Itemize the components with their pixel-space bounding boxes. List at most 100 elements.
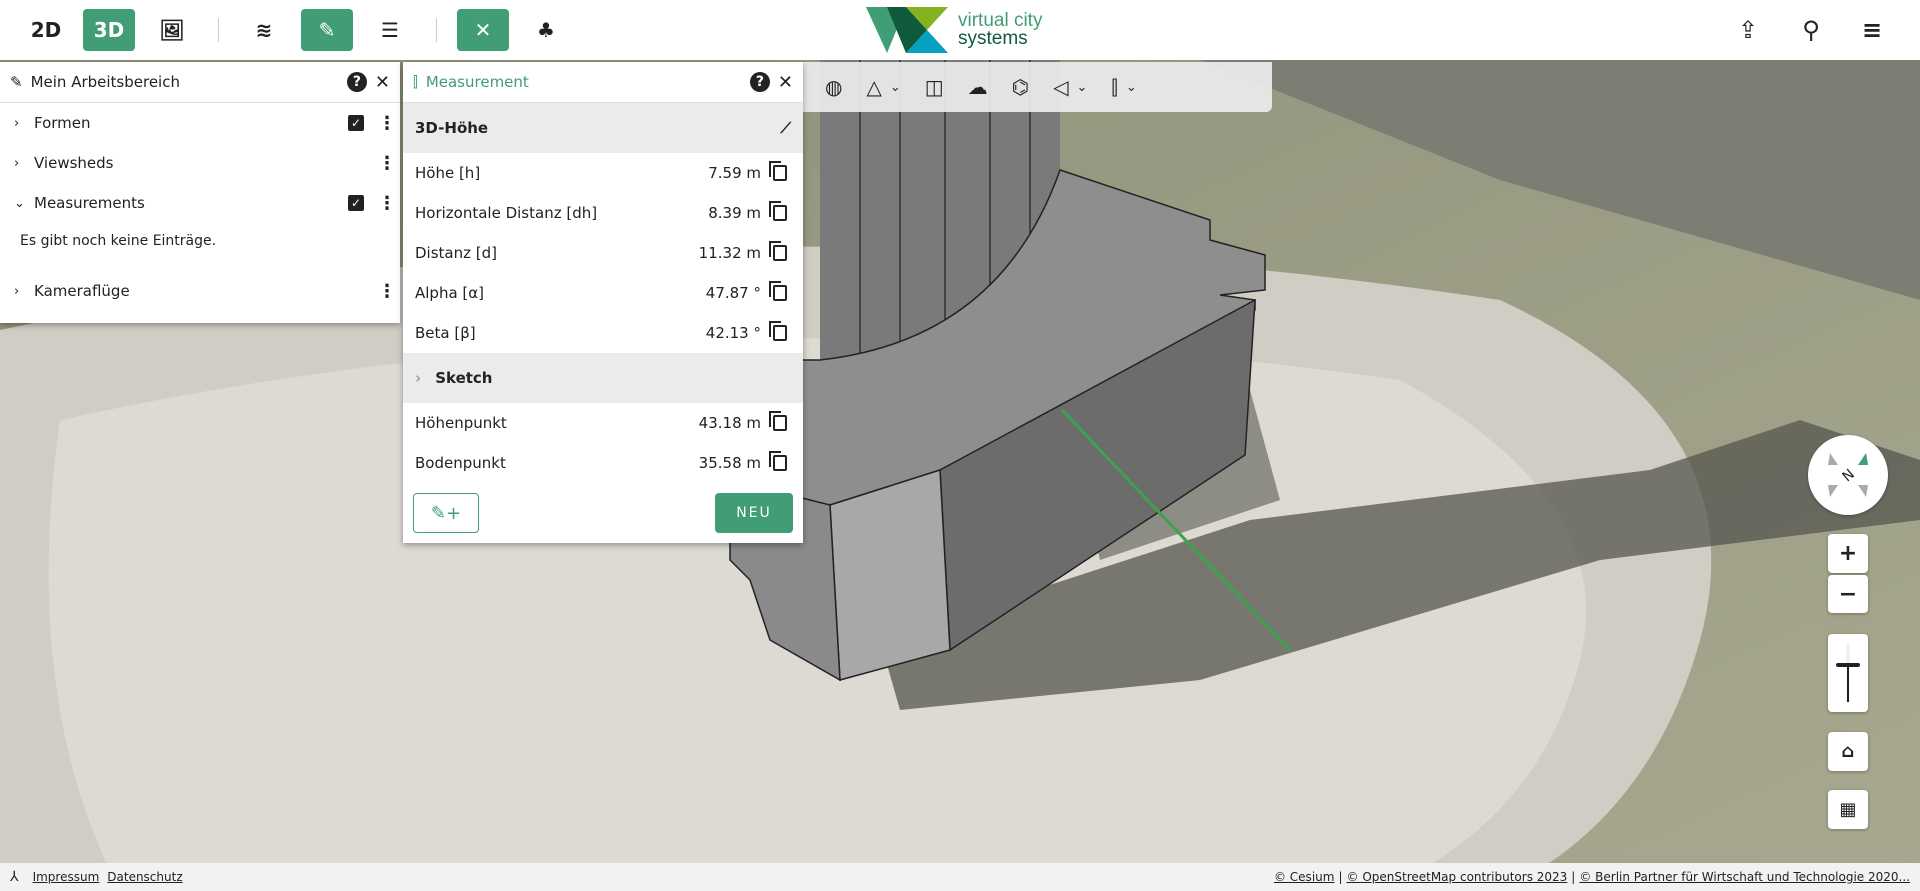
row-value: 8.39 m — [708, 204, 761, 222]
copy-icon[interactable] — [769, 161, 787, 181]
add-to-workspace-button[interactable]: ✎+ — [413, 493, 479, 533]
impressum-link[interactable]: Impressum — [33, 870, 100, 884]
attribution-cesium[interactable]: © Cesium — [1274, 870, 1334, 884]
search-button[interactable]: ⚲ — [1793, 12, 1829, 48]
measurement-row: Beta [β] 42.13 ° — [403, 313, 803, 353]
overview-map-button[interactable]: ▦ — [1828, 790, 1868, 829]
empty-text: Es gibt noch keine Einträge. — [20, 233, 217, 249]
copy-icon[interactable] — [769, 201, 787, 221]
list-item-measurements[interactable]: ⌄ Measurements ✓ ⋮ — [0, 183, 400, 223]
row-value: 11.32 m — [698, 244, 761, 262]
measurement-3d-button[interactable]: ⫿ ⌄ — [1099, 67, 1148, 107]
chevron-down-icon[interactable]: ⌄ — [890, 80, 901, 95]
measure-3d-icon: ⫿ — [413, 73, 418, 91]
edit-vertex-icon[interactable]: ⟋ — [780, 119, 791, 137]
copy-icon[interactable] — [769, 281, 787, 301]
chevron-down-icon[interactable]: ⌄ — [1077, 80, 1088, 95]
list-item-viewsheds[interactable]: › Viewsheds ⋮ — [0, 143, 400, 183]
sketch-section[interactable]: › Sketch — [403, 353, 803, 403]
chevron-right-icon[interactable]: › — [14, 116, 34, 131]
chevron-right-icon[interactable]: › — [14, 156, 34, 171]
export-button[interactable]: ☁ — [956, 67, 1000, 107]
more-icon[interactable]: ⋮ — [378, 193, 396, 214]
map-icon: ▦ — [1839, 799, 1857, 820]
row-value: 42.13 ° — [705, 324, 761, 342]
split-view-icon: ◫ — [924, 75, 944, 99]
triangle-nodes-icon: △ — [866, 75, 882, 99]
item-label: Measurements — [34, 194, 145, 212]
footer: ⅄ Impressum Datenschutz © Cesium | © Open… — [0, 863, 1920, 891]
row-label: Bodenpunkt — [415, 454, 506, 472]
viewshed-icon: ◁ — [1053, 75, 1069, 99]
cloud-download-icon: ☁ — [967, 75, 988, 99]
attribution-osm[interactable]: © OpenStreetMap contributors 2023 — [1347, 870, 1568, 884]
row-label: Horizontale Distanz [dh] — [415, 204, 598, 222]
info-tree-button[interactable]: ♣ — [520, 9, 572, 51]
compass-icon: N — [1828, 453, 1868, 497]
shadow-tool-button[interactable]: ◍ — [813, 67, 854, 107]
chevron-right-icon[interactable]: › — [14, 284, 34, 299]
share-icon: ⇪ — [1737, 16, 1759, 44]
checkbox[interactable]: ✓ — [348, 195, 364, 211]
zoom-in-button[interactable]: + — [1828, 534, 1868, 573]
row-value: 43.18 m — [698, 414, 761, 432]
measurement-row: Höhenpunkt 43.18 m — [403, 403, 803, 443]
panel-title: Mein Arbeitsbereich — [30, 73, 180, 91]
chevron-down-icon[interactable]: ⌄ — [1126, 80, 1137, 95]
legend-button[interactable]: ☰ — [364, 9, 416, 51]
share-button[interactable]: ⇪ — [1730, 12, 1766, 48]
workspace-button[interactable]: ✎ — [301, 9, 353, 51]
draw-tool-button[interactable]: △ ⌄ — [854, 67, 912, 107]
close-icon[interactable]: ✕ — [375, 72, 390, 93]
3d-view-button[interactable]: 3D — [83, 9, 135, 51]
image-icon: 🖼 — [159, 18, 185, 42]
viewshed-button[interactable]: ◁ ⌄ — [1041, 67, 1099, 107]
help-icon[interactable]: ? — [749, 72, 770, 92]
row-label: Höhenpunkt — [415, 414, 507, 432]
image-view-button[interactable]: 🖼 — [146, 9, 198, 51]
list-item-formen[interactable]: › Formen ✓ ⋮ — [0, 103, 400, 143]
tilt-slider[interactable] — [1828, 634, 1868, 712]
tools-button[interactable]: ✕ — [457, 9, 509, 51]
layers-button[interactable]: ≋ — [238, 9, 290, 51]
row-value: 7.59 m — [708, 164, 761, 182]
split-view-button[interactable]: ◫ — [913, 67, 956, 107]
checkbox[interactable]: ✓ — [348, 115, 364, 131]
more-icon[interactable]: ⋮ — [378, 281, 396, 302]
layers-icon: ≋ — [255, 18, 273, 42]
flight-button[interactable]: ⌬ — [1000, 67, 1041, 107]
compass[interactable]: N — [1808, 435, 1888, 515]
section-3d-hoehe: 3D-Höhe ⟋ — [403, 103, 803, 153]
list-item-kamerafluege[interactable]: › Kameraflüge ⋮ — [0, 271, 400, 311]
copy-icon[interactable] — [769, 451, 787, 471]
copy-icon[interactable] — [769, 321, 787, 341]
home-button[interactable]: ⌂ — [1828, 732, 1868, 771]
row-label: Distanz [d] — [415, 244, 497, 262]
attribution-berlin[interactable]: © Berlin Partner für Wirtschaft und Tech… — [1579, 870, 1910, 884]
more-icon[interactable]: ⋮ — [378, 153, 396, 174]
copy-icon[interactable] — [769, 411, 787, 431]
divider — [436, 18, 437, 42]
more-icon[interactable]: ⋮ — [378, 113, 396, 134]
help-icon[interactable]: ? — [346, 72, 367, 92]
new-button[interactable]: NEU — [715, 493, 793, 533]
section-title: Sketch — [435, 369, 493, 387]
copy-icon[interactable] — [769, 241, 787, 261]
zoom-out-button[interactable]: − — [1828, 575, 1868, 613]
measurement-row: Distanz [d] 11.32 m — [403, 233, 803, 273]
slider-handle-icon — [1836, 644, 1860, 702]
row-label: Alpha [α] — [415, 284, 485, 302]
measurement-row: Alpha [α] 47.87 ° — [403, 273, 803, 313]
chevron-right-icon[interactable]: › — [415, 369, 421, 387]
row-label: Beta [β] — [415, 324, 476, 342]
2d-view-button[interactable]: 2D — [20, 9, 72, 51]
menu-button[interactable]: ≡ — [1854, 12, 1890, 48]
hamburger-icon: ≡ — [1861, 16, 1883, 44]
datenschutz-link[interactable]: Datenschutz — [107, 870, 182, 884]
measurement-row: Horizontale Distanz [dh] 8.39 m — [403, 193, 803, 233]
close-icon[interactable]: ✕ — [778, 72, 793, 93]
map-pen-icon: ✎ — [10, 73, 23, 91]
item-label: Viewsheds — [34, 154, 114, 172]
chevron-down-icon[interactable]: ⌄ — [14, 196, 34, 211]
map-pen-icon: ✎ — [318, 18, 336, 42]
